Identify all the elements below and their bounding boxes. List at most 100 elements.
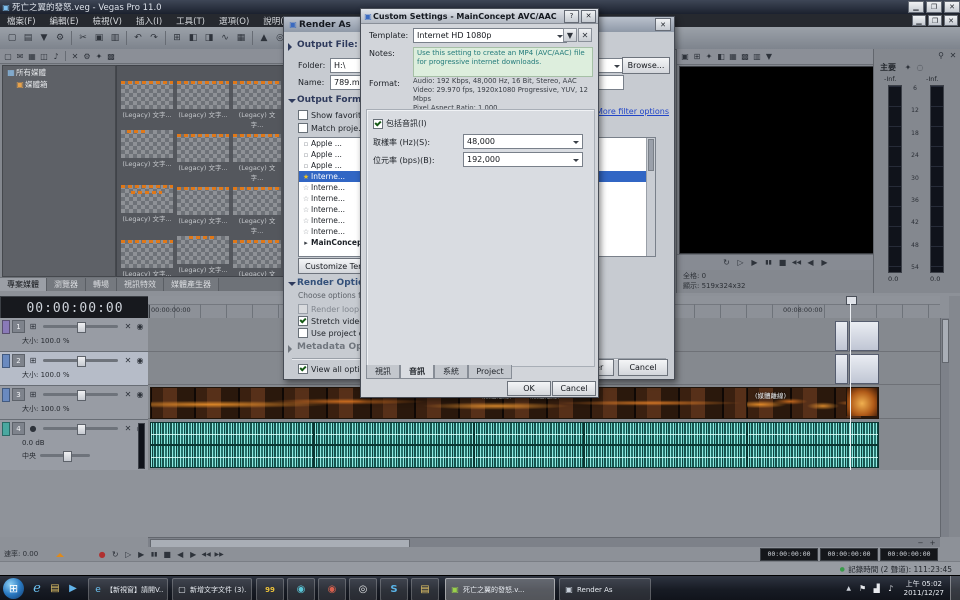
zoom-in-icon[interactable]: + (927, 538, 938, 547)
views-icon[interactable]: ▩ (105, 50, 117, 62)
vscroll-thumb[interactable] (942, 319, 949, 363)
close-meters-icon[interactable]: ✕ (947, 49, 959, 61)
video-event[interactable] (835, 354, 848, 384)
preview-external-icon[interactable]: ⊞ (691, 51, 703, 63)
taskbar-task-small-5[interactable]: S (380, 578, 408, 600)
stop-icon[interactable]: ■ (161, 548, 173, 560)
track-level-slider[interactable] (43, 359, 118, 362)
cancel-button[interactable]: Cancel (552, 381, 596, 396)
track-solo-icon[interactable]: ◉ (134, 355, 146, 367)
get-photo-icon[interactable]: ◫ (38, 50, 50, 62)
track-mute-icon[interactable]: ✕ (122, 423, 134, 435)
menu-options[interactable]: 選項(O) (212, 15, 256, 27)
meter-bar-right[interactable] (930, 85, 944, 273)
go-start-icon[interactable]: ◀◀ (791, 257, 803, 269)
match-project-checkbox[interactable]: Match proje... (298, 123, 366, 133)
track-header-3[interactable]: 3 ⊞ ✕ ◉ 大小: 100.0 % (0, 386, 148, 420)
audio-event[interactable] (150, 445, 314, 468)
track-volume-slider[interactable] (43, 427, 118, 430)
go-to-end-icon[interactable]: ▶ (187, 548, 199, 560)
media-item[interactable]: (Legacy) 文字... (121, 175, 173, 223)
child-close-button[interactable]: ✕ (944, 15, 958, 26)
favorite-star-icon[interactable]: ☆ (301, 228, 311, 236)
audio-event[interactable] (584, 422, 747, 445)
volume-icon[interactable]: ♪ (884, 582, 898, 596)
taskbar-task-browser[interactable]: e 【新視窗】請開V... (88, 578, 168, 600)
tab-system[interactable]: 系統 (434, 365, 468, 379)
child-restore-button[interactable]: ❐ (928, 15, 942, 26)
media-item[interactable]: (Legacy) 文字... (177, 175, 229, 225)
video-event[interactable] (849, 354, 879, 384)
track-level-slider[interactable] (43, 325, 118, 328)
audio-event[interactable] (314, 445, 474, 468)
media-item[interactable]: (Legacy) 文字... (233, 122, 281, 182)
preview-quality-icon[interactable]: ▦ (727, 51, 739, 63)
media-item[interactable]: (Legacy) 文字... (177, 69, 229, 119)
media-player-icon[interactable]: ▶ (66, 582, 80, 596)
track-mute-icon[interactable]: ✕ (122, 355, 134, 367)
section-arrow-icon[interactable] (288, 43, 296, 51)
zoom-out-icon[interactable]: − (915, 538, 926, 547)
tab-video-fx[interactable]: 視訊特效 (117, 278, 164, 291)
loop-icon[interactable]: ↻ (109, 548, 121, 560)
prev-frame-icon[interactable]: ◀ (805, 257, 817, 269)
ie-icon[interactable]: e (30, 582, 44, 596)
explorer-icon[interactable]: ▤ (48, 582, 62, 596)
media-item[interactable]: (Legacy) 文字... (233, 69, 281, 129)
play-from-start-icon[interactable]: ▷ (735, 257, 747, 269)
track-pan-slider[interactable] (40, 454, 90, 457)
show-favorites-checkbox[interactable]: Show favorit... (298, 110, 369, 120)
audio-event[interactable] (150, 422, 314, 445)
menu-file[interactable]: 檔案(F) (0, 15, 43, 27)
save-template-icon[interactable]: ▼ (563, 28, 577, 42)
cut-icon[interactable]: ✂ (75, 30, 91, 46)
media-item[interactable]: (Legacy) 文字... (177, 228, 229, 274)
delete-template-icon[interactable]: ✕ (578, 28, 592, 42)
paste-icon[interactable]: ▥ (107, 30, 123, 46)
media-item[interactable]: (Legacy) 文字... (177, 122, 229, 172)
scroll-thumb[interactable] (648, 139, 654, 171)
tree-item-media-bin[interactable]: ▣ 媒體箱 (3, 78, 115, 90)
meters-mute-icon[interactable]: ◌ (914, 61, 926, 73)
favorite-star-icon[interactable]: ★ (301, 173, 311, 181)
expand-arrow-icon[interactable]: ▸ (301, 239, 311, 247)
taskbar-task-render-as[interactable]: ▣ Render As (559, 578, 651, 600)
start-button[interactable]: ⊞ (3, 578, 24, 599)
ok-button[interactable]: OK (507, 381, 551, 396)
help-button[interactable]: ? (564, 10, 579, 23)
include-audio-checkbox[interactable]: 包括音訊(I) (373, 118, 427, 129)
new-project-icon[interactable]: ▢ (4, 30, 20, 46)
minimize-button[interactable]: ▁ (908, 1, 924, 13)
selection-end-field[interactable]: 00:00:00:00 (820, 548, 878, 561)
tree-item-all-media[interactable]: ▦ 所有媒體 (3, 66, 115, 78)
taskbar-task-small-2[interactable]: ◉ (287, 578, 315, 600)
audio-event[interactable] (747, 422, 879, 445)
snap-icon[interactable]: ⊞ (169, 30, 185, 46)
custom-settings-close-button[interactable]: ✕ (581, 10, 596, 23)
project-properties-icon[interactable]: ⚙ (52, 30, 68, 46)
audio-event[interactable] (314, 422, 474, 445)
media-item[interactable]: (Legacy) 文字... (233, 228, 281, 277)
meter-bar-left[interactable] (888, 85, 902, 273)
video-event[interactable] (835, 321, 848, 351)
track-mute-icon[interactable]: ✕ (122, 389, 134, 401)
copy-snapshot-icon[interactable]: ▥ (751, 51, 763, 63)
sample-rate-dropdown[interactable]: 48,000 (463, 134, 583, 149)
stop-icon[interactable]: ■ (777, 257, 789, 269)
copy-icon[interactable]: ▣ (91, 30, 107, 46)
remove-media-icon[interactable]: ✕ (69, 50, 81, 62)
track-arm-icon[interactable]: ● (27, 423, 39, 435)
menu-edit[interactable]: 編輯(E) (43, 15, 86, 27)
more-filter-options-link[interactable]: More filter options (596, 107, 669, 116)
taskbar-task-small-6[interactable]: ▤ (411, 578, 439, 600)
taskbar-task-vegas[interactable]: ▣ 死亡之翼的發怒.v... (445, 578, 555, 600)
rewind-icon[interactable]: ◀◀ (200, 548, 212, 560)
tab-video[interactable]: 視訊 (366, 365, 400, 379)
track-mute-icon[interactable]: ✕ (122, 321, 134, 333)
rate-marker-icon[interactable] (56, 549, 64, 557)
meters-fx-icon[interactable]: ✦ (902, 61, 914, 73)
lock-envelopes-icon[interactable]: ∿ (217, 30, 233, 46)
restore-button[interactable]: ❐ (926, 1, 942, 13)
browse-button[interactable]: Browse... (622, 57, 670, 74)
render-as-close-button[interactable]: ✕ (655, 18, 671, 31)
